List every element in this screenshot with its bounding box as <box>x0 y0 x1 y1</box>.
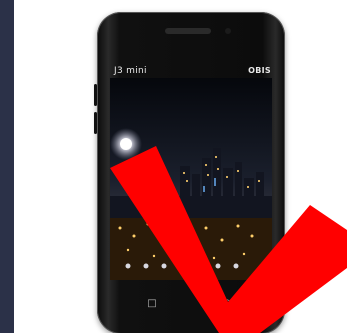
left-frame-strip <box>0 0 14 333</box>
product-photo: J3 mini OBIS □ <box>14 0 347 333</box>
red-checkmark-overlay <box>110 146 347 333</box>
checkmark-icon <box>110 146 347 333</box>
